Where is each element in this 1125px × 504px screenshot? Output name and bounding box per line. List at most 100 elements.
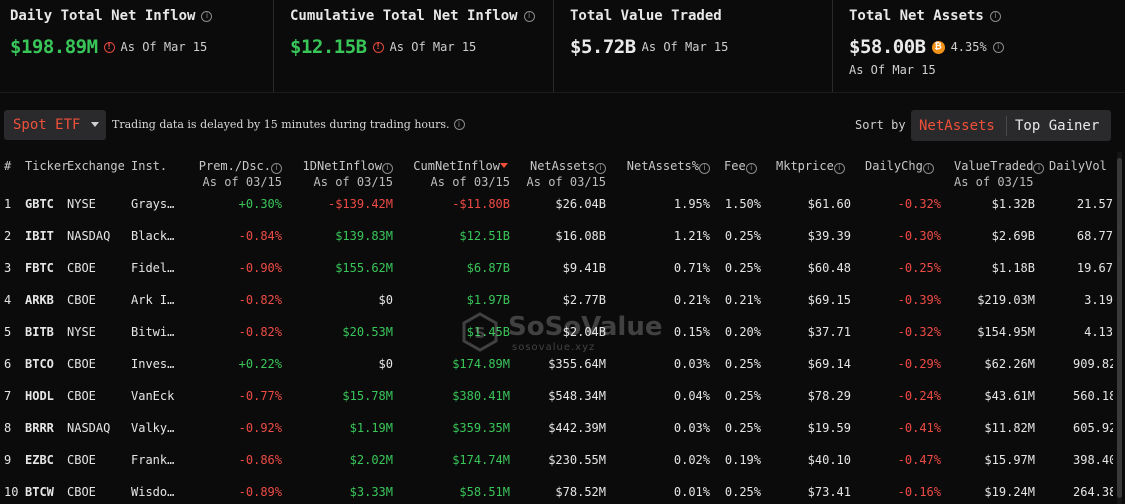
cell-assets: $26.04B [555, 197, 606, 211]
table-row[interactable]: 6 BTCO CBOE Inves… +0.22% $0 $174.89M $355.64M 0… [0, 348, 1118, 380]
card-title: Total Value Traded [570, 8, 722, 24]
table-row[interactable]: 5 BITB NYSE Bitwi… -0.82% $20.53M $1.45B $2.04B… [0, 316, 1118, 348]
cell-exchange: CBOE [67, 293, 96, 307]
header-exchange[interactable]: Exchange [67, 158, 125, 174]
cell-traded: $11.82M [984, 421, 1035, 435]
cell-inflow: $1.19M [349, 421, 393, 435]
header-assets[interactable]: NetAssets i As of 03/15 [527, 158, 606, 190]
cell-inst: Bitwi… [131, 325, 175, 339]
cell-traded: $1.18B [991, 261, 1035, 275]
cell-exchange: CBOE [67, 485, 96, 499]
cell-num: 8 [4, 421, 12, 435]
sort-desc-icon [500, 163, 508, 168]
header-traded[interactable]: ValueTraded i As of 03/15 [954, 158, 1045, 190]
table-row[interactable]: 9 EZBC CBOE Frank… -0.86% $2.02M $174.74M $230.… [0, 444, 1118, 476]
cell-num: 6 [4, 357, 12, 371]
table-row[interactable]: 1 GBTC NYSE Grays… +0.30% -$139.42M -$11.80B $2… [0, 188, 1118, 220]
header-label: 1DNetInflow [302, 159, 382, 173]
cell-traded: $154.95M [977, 325, 1035, 339]
cell-assets-pct: 0.15% [673, 325, 710, 339]
header-prem[interactable]: Prem./Dsc. i As of 03/15 [199, 158, 282, 190]
header-label: CumNetInflow [413, 159, 500, 173]
table-row[interactable]: 3 FBTC CBOE Fidel… -0.90% $155.62M $6.87B $9.41… [0, 252, 1118, 284]
cell-vol: 68.77 [1076, 229, 1113, 243]
cell-vol: 4.13 [1084, 325, 1113, 339]
header-price[interactable]: Mktprice i [776, 158, 845, 174]
sort-netassets-button[interactable]: NetAssets [911, 115, 1007, 136]
header-vol[interactable]: DailyVol [1049, 158, 1107, 174]
header-chg[interactable]: DailyChg i [865, 158, 934, 174]
cell-chg: -0.41% [897, 421, 941, 435]
table-row[interactable]: 7 HODL CBOE VanEck -0.77% $15.78M $380.41M $548… [0, 380, 1118, 412]
warning-icon[interactable]: ! [372, 41, 384, 53]
cell-exchange: NASDAQ [67, 229, 111, 243]
cell-price: $78.29 [807, 389, 851, 403]
info-icon[interactable]: i [989, 10, 1001, 22]
table-row[interactable]: 4 ARKB CBOE Ark I… -0.82% $0 $1.97B $2.77B 0.21%… [0, 284, 1118, 316]
info-icon[interactable]: i [833, 162, 845, 174]
header-cum[interactable]: CumNetInflow As of 03/15 [413, 158, 510, 190]
cell-cum: $12.51B [459, 229, 510, 243]
info-icon[interactable]: i [453, 119, 465, 130]
sort-top-gainer-button[interactable]: Top Gainer [1007, 110, 1099, 141]
cell-assets-pct: 0.02% [673, 453, 710, 467]
cell-ticker[interactable]: BTCO [25, 357, 54, 371]
cell-chg: -0.16% [897, 485, 941, 499]
table-row[interactable]: 8 BRRR NASDAQ Valky… -0.92% $1.19M $359.35M $44… [0, 412, 1118, 444]
cell-vol: 398.40 [1073, 453, 1113, 467]
etf-type-select[interactable]: Spot ETF [4, 110, 106, 140]
cell-cum: $380.41M [452, 389, 510, 403]
header-inflow[interactable]: 1DNetInflow i As of 03/15 [303, 158, 393, 190]
info-icon[interactable]: i [992, 41, 1004, 53]
info-icon[interactable]: i [382, 162, 393, 174]
cell-assets: $2.77B [562, 293, 606, 307]
header-inst[interactable]: Inst. [131, 158, 167, 174]
cell-fee: 0.25% [724, 421, 761, 435]
cell-ticker[interactable]: BITB [25, 325, 54, 339]
info-icon[interactable]: i [595, 162, 606, 174]
cell-assets: $9.41B [562, 261, 606, 275]
cell-ticker[interactable]: EZBC [25, 453, 54, 467]
bitcoin-icon: ₿ [931, 40, 945, 54]
cell-price: $40.10 [807, 453, 851, 467]
cell-vol: 605.92 [1073, 421, 1113, 435]
header-fee[interactable]: Fee i [724, 158, 757, 174]
cell-ticker[interactable]: IBIT [25, 229, 54, 243]
cell-ticker[interactable]: FBTC [25, 261, 54, 275]
info-icon[interactable]: i [922, 162, 934, 174]
cell-ticker[interactable]: ARKB [25, 293, 54, 307]
cell-assets: $16.08B [555, 229, 606, 243]
header-assets-pct[interactable]: NetAssets% i [627, 158, 710, 174]
card-value: $12.15B [290, 36, 367, 58]
cell-exchange: CBOE [67, 389, 96, 403]
header-ticker[interactable]: Ticker [25, 158, 68, 174]
btc-percent: 4.35% [950, 40, 987, 54]
info-icon[interactable]: i [745, 162, 757, 174]
card-net-assets: Total Net Assets i $58.00B ₿ 4.35% i As … [832, 0, 1125, 92]
header-label: ValueTraded [954, 159, 1034, 173]
table-scrollbar[interactable] [1117, 152, 1122, 504]
cell-ticker[interactable]: GBTC [25, 197, 54, 211]
cell-inflow: $2.02M [349, 453, 393, 467]
info-icon[interactable]: i [271, 162, 282, 174]
cell-ticker[interactable]: HODL [25, 389, 54, 403]
cell-price: $69.15 [807, 293, 851, 307]
cell-vol: 909.82 [1073, 357, 1113, 371]
header-label: DailyChg [865, 159, 923, 173]
cell-ticker[interactable]: BRRR [25, 421, 54, 435]
warning-icon[interactable]: ! [103, 41, 115, 53]
info-icon[interactable]: i [201, 10, 213, 22]
table-row[interactable]: 2 IBIT NASDAQ Black… -0.84% $139.83M $12.51B $1… [0, 220, 1118, 252]
cell-exchange: CBOE [67, 261, 96, 275]
cell-chg: -0.32% [897, 325, 941, 339]
cell-ticker[interactable]: BTCW [25, 485, 54, 499]
info-icon[interactable]: i [1033, 162, 1045, 174]
cell-fee: 0.20% [724, 325, 761, 339]
table-row[interactable]: 10 BTCW CBOE Wisdo… -0.89% $3.33M $58.51M $78.5… [0, 476, 1118, 504]
info-icon[interactable]: i [699, 162, 710, 174]
info-icon[interactable]: i [523, 10, 535, 22]
cell-num: 5 [4, 325, 12, 339]
cell-cum: $174.74M [452, 453, 510, 467]
scrollbar-thumb[interactable] [1117, 158, 1122, 498]
cell-num: 3 [4, 261, 12, 275]
